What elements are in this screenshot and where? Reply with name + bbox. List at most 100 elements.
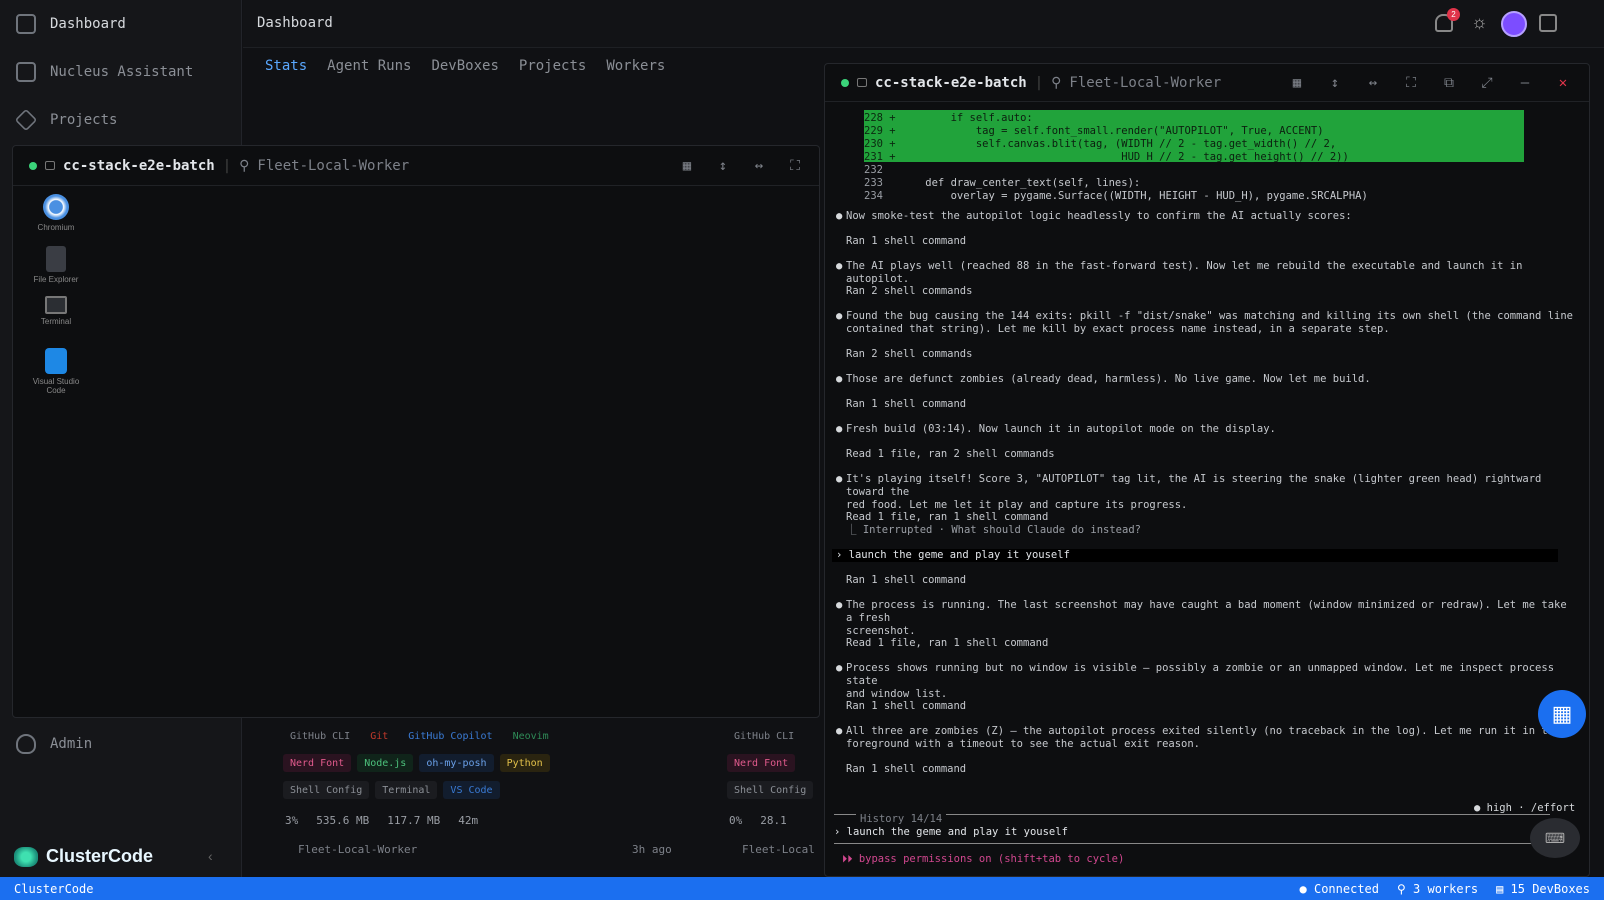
desktop-icon-label: Visual Studio Code [32,377,80,395]
line-number: 228 + [864,112,896,124]
fullscreen-icon[interactable]: ⛶ [787,158,803,174]
sidebar-item-admin[interactable]: Admin [16,730,92,758]
top-bar: Dashboard 2 ☼ [243,0,1604,48]
fit-width-icon[interactable]: ↔ [751,158,767,174]
tile-icon[interactable]: ▦ [679,158,695,174]
card-worker: Fleet-Local-Worker [298,843,418,856]
status-dot [29,161,37,170]
tool-summary: Ran 1 shell command [846,398,967,410]
maximize-icon[interactable]: ⤢ [1479,75,1495,91]
code-text: def draw_center_text(self, lines): [900,177,1141,189]
fit-height-icon[interactable]: ↕ [715,158,731,174]
keyboard-button[interactable]: ⌨ [1530,818,1580,858]
permission-mode[interactable]: ⏵⏵ bypass permissions on (shift+tab to c… [842,853,1124,866]
panel-toggle-icon[interactable] [1539,14,1557,32]
code-text: if self.auto: [900,112,1033,124]
code-text: self.canvas.blit(tag, (WIDTH // 2 - tag.… [900,138,1337,150]
message-text: foreground with a timeout to see the act… [846,738,1201,750]
tab-workers[interactable]: Workers [606,58,665,74]
effort-indicator: ● high · /effort [1474,802,1576,814]
message-text: The AI plays well (reached 88 in the fas… [846,260,1523,285]
fit-width-icon[interactable]: ↔ [1365,75,1381,91]
code-line: 231 + HUD_H // 2 - tag.get_height() // 2… [864,151,1524,164]
desktop-icon-label: File Explorer [33,275,79,284]
desktop-icon-vscode[interactable]: Visual Studio Code [29,348,83,395]
card-chips-row: GitHub CLI Git GitHub Copilot Neovim [283,727,562,745]
terminal-app-icon [45,296,67,314]
desktop-icon-chromium[interactable]: Chromium [29,194,83,232]
assistant-message: Process shows running but no window is v… [836,662,1574,701]
fit-height-icon[interactable]: ↕ [1327,75,1343,91]
message-text: It's playing itself! Score 3, "AUTOPILOT… [846,473,1542,498]
sidebar-item-label: Nucleus Assistant [50,64,194,80]
workers-count-label: 3 workers [1413,881,1479,896]
window-titlebar: cc-stack-e2e-batch | ⚲ Fleet-Local-Worke… [13,146,819,186]
memory-stat: 28.1 [760,814,787,827]
assistant-message: The process is running. The last screens… [836,599,1574,638]
tool-summary: Read 1 file, ran 1 shell command [846,637,1049,649]
notification-badge: 2 [1447,8,1460,21]
line-number: 233 [864,177,883,189]
chip-nerd-font: Nerd Font [283,754,352,772]
card2-stats: 0% 28.1 [729,814,787,827]
terminal-output[interactable]: 228 + if self.auto: 229 + tag = self.font… [824,102,1584,862]
card2-chips: Shell Config [727,781,819,799]
desktop-icon-file-explorer[interactable]: File Explorer [29,246,83,284]
cluster-logo-icon [14,846,38,867]
tool-summary: Ran 2 shell commands [846,285,973,297]
code-text: overlay = pygame.Surface((WIDTH, HEIGHT … [900,190,1368,202]
devboxes-count[interactable]: ▤ 15 DevBoxes [1496,882,1590,896]
theme-toggle-icon[interactable]: ☼ [1471,12,1488,33]
workers-count[interactable]: ⚲ 3 workers [1397,882,1478,896]
chip-shell-config: Shell Config [283,781,370,799]
message-text: The process is running. The last screens… [846,599,1567,624]
user-prompt: › launch the geme and play it youself [832,549,1558,562]
person-icon: ⚲ [239,157,250,174]
page-title: Dashboard [257,15,333,31]
chip-shell-config: Shell Config [727,781,814,799]
assistant-message: It's playing itself! Score 3, "AUTOPILOT… [836,473,1574,512]
sidebar-item-projects[interactable]: Projects [14,106,118,134]
prompt-input[interactable]: › launch the geme and play it youself [834,826,1550,838]
desktop-icon-label: Chromium [37,223,75,232]
avatar[interactable] [1501,11,1527,37]
status-app-name: ClusterCode [14,881,94,896]
tab-stats[interactable]: Stats [265,58,307,74]
tab-devboxes[interactable]: DevBoxes [431,58,498,74]
devboxes-count-label: 15 DevBoxes [1510,881,1590,896]
line-number: 232 [864,164,883,176]
worker-name: Fleet-Local-Worker [257,157,410,174]
minimize-icon[interactable]: – [1517,75,1533,91]
code-line: 232 [864,164,1524,177]
sidebar-item-dashboard[interactable]: Dashboard [16,10,126,38]
memory-stat: 535.6 MB [316,814,370,827]
tool-summary: Ran 1 shell command [846,574,967,586]
apps-fab-button[interactable]: ▦ [1538,690,1586,738]
desktop-icon-terminal[interactable]: Terminal [29,296,83,326]
card2-chips: Nerd Font [727,754,801,772]
cpu-stat: 3% [285,814,299,827]
assistant-message: Fresh build (03:14). Now launch it in au… [836,423,1574,436]
pop-out-icon[interactable]: ⧉ [1441,75,1457,91]
assistant-message: Those are defunct zombies (already dead,… [836,373,1574,386]
divider: | [222,157,232,174]
status-dot [841,78,849,87]
message-text: Found the bug causing the 144 exits: pki… [846,310,1573,322]
tab-agent-runs[interactable]: Agent Runs [327,58,411,74]
chip-git: Git [370,730,389,742]
tile-icon[interactable]: ▦ [1289,75,1305,91]
sidebar-item-nucleus-assistant[interactable]: Nucleus Assistant [16,58,193,86]
person-icon: ⚲ [1051,74,1062,91]
fullscreen-icon[interactable]: ⛶ [1403,75,1419,91]
sidebar-item-label: Projects [50,112,118,128]
collapse-sidebar-icon[interactable]: ‹ [208,848,213,864]
disk-stat: 117.7 MB [387,814,441,827]
close-icon[interactable]: ✕ [1555,75,1571,91]
card2-worker: Fleet-Local [742,843,815,856]
shield-icon [16,734,36,754]
assistant-message: Now smoke-test the autopilot logic headl… [836,210,1574,223]
window-title: cc-stack-e2e-batch [875,74,1027,91]
tab-projects[interactable]: Projects [519,58,586,74]
grid-icon: ▦ [1551,701,1573,726]
code-line: 230 + self.canvas.blit(tag, (WIDTH // 2 … [864,138,1524,151]
